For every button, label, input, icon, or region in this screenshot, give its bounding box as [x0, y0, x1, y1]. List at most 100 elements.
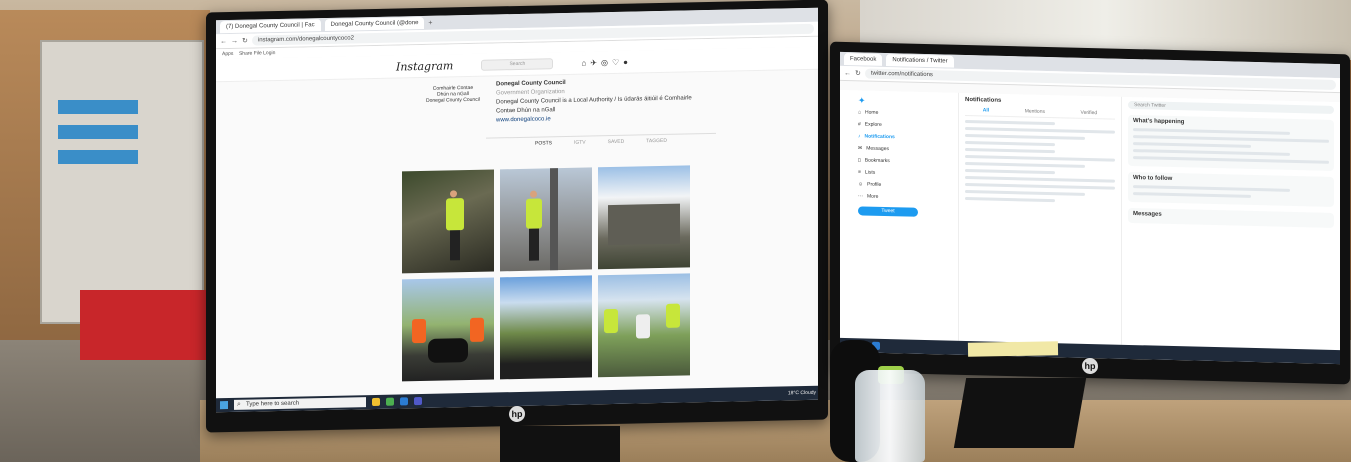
messages-title: Messages	[1133, 211, 1162, 218]
nav-label: Explore	[864, 121, 882, 128]
filter-all[interactable]: All	[983, 107, 989, 113]
post-thumbnail[interactable]	[402, 169, 494, 274]
blue-tray	[58, 150, 138, 164]
more-icon: ⋯	[858, 193, 863, 200]
hi-vis-vest	[604, 308, 618, 334]
messages-drawer[interactable]: Messages	[1128, 207, 1334, 228]
right-monitor: Facebook Notifications / Twitter ← ↻ twi…	[830, 41, 1350, 385]
nav-label: More	[867, 193, 879, 200]
building	[608, 203, 680, 246]
reload-icon[interactable]: ↻	[855, 69, 861, 77]
hi-vis-vest	[470, 317, 484, 342]
nav-label: Profile	[867, 181, 882, 188]
weather-status[interactable]: 18°C Cloudy	[788, 390, 816, 397]
heart-icon[interactable]: ♡	[612, 57, 619, 66]
blue-tray	[58, 125, 138, 139]
tab-igtv[interactable]: IGTV	[574, 140, 586, 146]
white-shirt	[636, 314, 650, 339]
explore-icon[interactable]: ◎	[601, 58, 608, 67]
browser-tab[interactable]: (7) Donegal County Council | Fac	[220, 19, 321, 34]
person-legs	[529, 228, 539, 261]
instagram-post-grid	[402, 165, 692, 382]
instagram-search-input[interactable]: Search	[481, 57, 554, 71]
notification-filters: All Mentions Verified	[965, 106, 1115, 120]
twitter-app: ✦ ⌂ Home # Explore ♪ Notifications ✉ Message…	[840, 89, 1340, 351]
browser-tab[interactable]: Facebook	[844, 52, 883, 66]
account-logo: Comhairle Contae Dhún na nGall Donegal C…	[426, 85, 480, 104]
notification-item[interactable]	[965, 147, 1115, 169]
mail-icon: ✉	[858, 145, 863, 152]
forward-icon[interactable]: →	[231, 37, 238, 44]
reload-icon[interactable]: ↻	[242, 37, 248, 45]
browser-tab[interactable]: Donegal County Council (@done	[324, 16, 425, 32]
teams-icon[interactable]	[414, 396, 422, 406]
post-thumbnail[interactable]	[500, 167, 592, 272]
outlook-icon[interactable]	[400, 397, 408, 406]
filter-mentions[interactable]: Mentions	[1025, 108, 1045, 114]
back-icon[interactable]: ←	[220, 38, 227, 45]
nav-label: Notifications	[864, 133, 895, 141]
nav-label: Lists	[864, 169, 876, 176]
hp-logo: hp	[1082, 357, 1098, 375]
new-tab-icon[interactable]: +	[428, 19, 432, 26]
follow-title: Who to follow	[1133, 175, 1173, 183]
back-icon[interactable]: ←	[844, 69, 851, 76]
post-thumbnail[interactable]	[402, 277, 494, 382]
lamp-post	[550, 168, 558, 271]
chrome-icon[interactable]	[386, 397, 394, 406]
post-thumbnail[interactable]	[598, 273, 690, 378]
bookmark-item[interactable]: Share File Login	[239, 50, 275, 57]
twitter-sidebar: ✦ ⌂ Home # Explore ♪ Notifications ✉ Message…	[840, 90, 958, 341]
red-storage-box	[80, 290, 210, 360]
person-legs	[450, 230, 460, 261]
taskbar-search-input[interactable]: Type here to search	[234, 397, 366, 410]
instagram-nav-icons: ⌂ ✈ ◎ ♡ ●	[581, 57, 628, 67]
direct-icon[interactable]: ✈	[590, 58, 597, 67]
bookmark-item[interactable]: Apps	[222, 51, 233, 57]
right-screen: Facebook Notifications / Twitter ← ↻ twi…	[840, 51, 1340, 365]
hi-vis-vest	[412, 318, 426, 344]
nav-label: Messages	[866, 145, 889, 153]
tab-saved[interactable]: SAVED	[608, 139, 625, 145]
filter-verified[interactable]: Verified	[1081, 110, 1098, 116]
bookmark-icon: ▯	[858, 157, 861, 164]
hi-vis-vest	[526, 198, 542, 229]
page-title: Notifications	[965, 96, 1002, 104]
tab-posts[interactable]: POSTS	[535, 140, 552, 146]
who-to-follow-card: Who to follow	[1128, 171, 1334, 207]
trending-card: What's happening	[1128, 114, 1334, 171]
office-photo: (7) Donegal County Council | Fac Donegal…	[0, 0, 1351, 462]
bell-icon: ♪	[858, 133, 861, 140]
hashtag-icon: #	[858, 121, 861, 128]
trending-title: What's happening	[1133, 118, 1185, 126]
tweet-button[interactable]: Tweet	[858, 206, 918, 217]
list-icon: ≡	[858, 169, 861, 176]
avatar-icon[interactable]: ●	[623, 57, 628, 66]
sticky-note	[967, 341, 1059, 357]
blue-tray	[58, 100, 138, 114]
tab-tagged[interactable]: TAGGED	[646, 138, 667, 144]
bin-bags	[428, 338, 468, 363]
post-thumbnail[interactable]	[598, 165, 690, 270]
post-thumbnail[interactable]	[500, 275, 592, 380]
instagram-profile-tabs: POSTS IGTV SAVED TAGGED	[486, 132, 716, 148]
home-icon: ⌂	[858, 109, 862, 116]
windows-start-icon[interactable]	[220, 401, 228, 410]
browser-tab[interactable]: Notifications / Twitter	[886, 54, 954, 68]
nav-label: Bookmarks	[864, 157, 890, 165]
person	[530, 190, 537, 198]
account-logo-line: Donegal County Council	[426, 96, 480, 104]
left-screen: (7) Donegal County Council | Fac Donegal…	[216, 7, 818, 413]
person	[450, 190, 457, 198]
twitter-search-input[interactable]: Search Twitter	[1128, 100, 1334, 114]
notification-item[interactable]	[965, 168, 1115, 204]
file-explorer-icon[interactable]	[372, 397, 380, 407]
home-icon[interactable]: ⌂	[581, 58, 586, 67]
shelf-unit	[40, 40, 204, 324]
notification-item[interactable]	[965, 119, 1115, 148]
instagram-logo[interactable]: Instagram	[396, 59, 453, 73]
nav-more[interactable]: ⋯ More	[858, 190, 958, 204]
person-icon: ☺	[858, 181, 864, 188]
water-bottle	[855, 370, 925, 462]
monitor-stand	[500, 426, 620, 462]
